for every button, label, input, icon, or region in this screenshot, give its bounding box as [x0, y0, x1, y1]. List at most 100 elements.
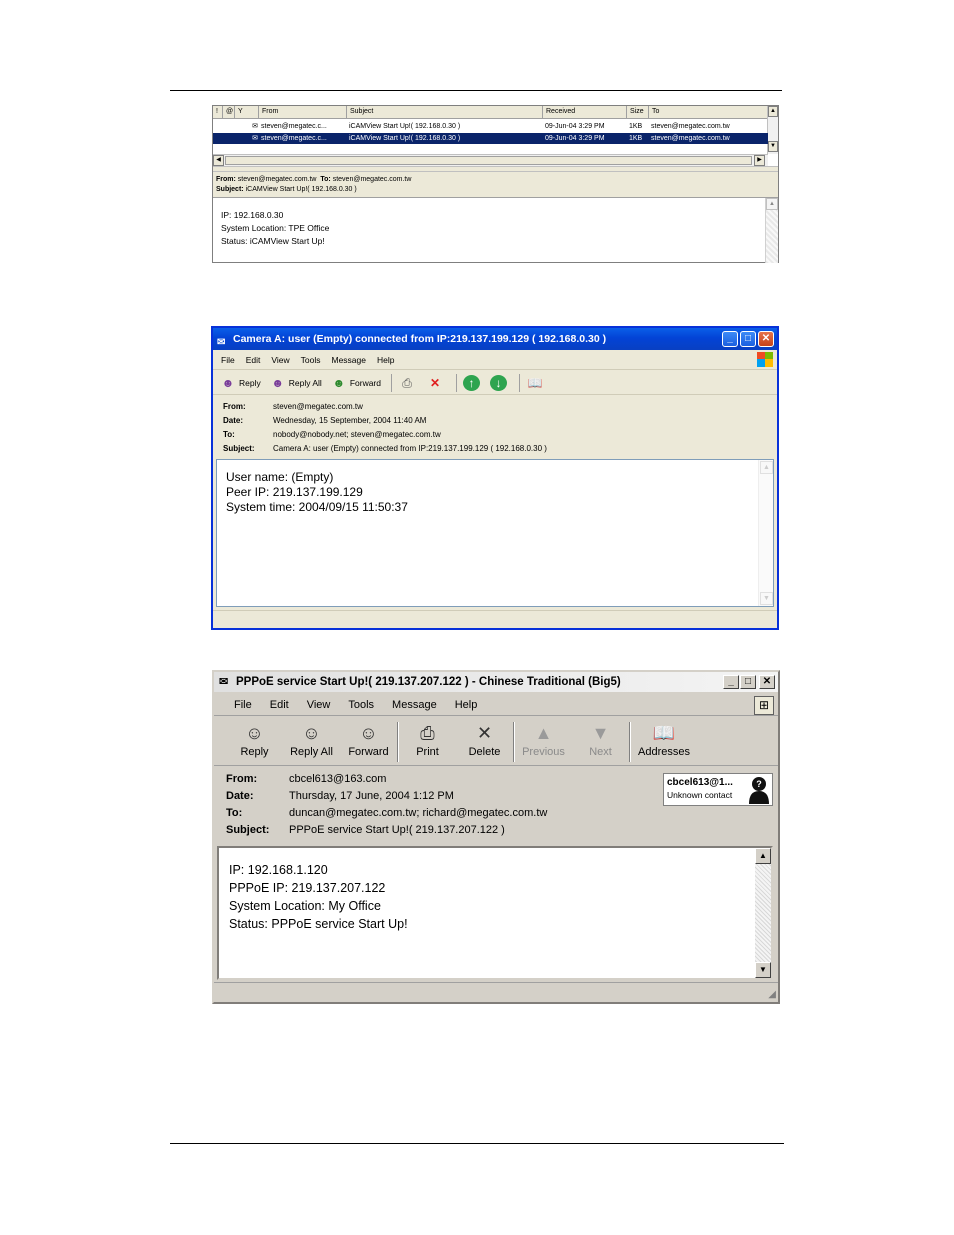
- close-button[interactable]: ✕: [758, 331, 774, 347]
- list-horizontal-scrollbar[interactable]: ◀ ▶: [213, 154, 768, 166]
- delete-button[interactable]: ✕ Delete: [456, 718, 513, 758]
- col-flag[interactable]: Y: [235, 106, 259, 118]
- scroll-right-icon[interactable]: ▶: [754, 155, 765, 166]
- reply-label: Reply: [240, 746, 269, 758]
- next-label: Next: [589, 746, 612, 758]
- preview-body: IP: 192.168.0.30 System Location: TPE Of…: [221, 209, 329, 248]
- print-button[interactable]: ⎙ Print: [399, 718, 456, 758]
- toolbar-separator: [391, 373, 392, 392]
- reply-button[interactable]: ☻ Reply: [219, 375, 261, 391]
- forward-label: Forward: [348, 746, 389, 758]
- list-row-selected[interactable]: ✉ steven@megatec.c... iCAMView Start Up!…: [213, 133, 768, 144]
- date-value: Wednesday, 15 September, 2004 11:40 AM: [273, 416, 427, 425]
- previous-button[interactable]: ▲ Previous: [515, 718, 572, 758]
- body-scrollbar[interactable]: ▲ ▼: [758, 460, 773, 606]
- row-received: 09-Jun-04 3:29 PM: [545, 135, 605, 142]
- preview-from: steven@megatec.com.tw: [237, 176, 317, 183]
- forward-button[interactable]: ☺ Forward: [340, 718, 397, 758]
- scroll-up-icon[interactable]: ▲: [768, 106, 778, 117]
- window-titlebar[interactable]: ✉ Camera A: user (Empty) connected from …: [213, 328, 777, 350]
- down-arrow-icon: ↓: [490, 374, 507, 391]
- row-to: steven@megatec.com.tw: [651, 123, 730, 130]
- col-to[interactable]: To: [649, 106, 768, 118]
- col-subject[interactable]: Subject: [347, 106, 543, 118]
- scroll-down-icon[interactable]: ▼: [755, 962, 771, 978]
- to-value: duncan@megatec.com.tw; richard@megatec.c…: [289, 807, 548, 819]
- scroll-up-icon[interactable]: ▲: [766, 198, 778, 210]
- scroll-thumb[interactable]: [225, 156, 752, 165]
- next-button[interactable]: ▼ Next: [572, 718, 629, 758]
- toolbar: ☺ Reply ☺ Reply All ☺ Forward ⎙ Print ✕ Delet…: [214, 718, 778, 766]
- subject-value: PPPoE service Start Up!( 219.137.207.122…: [289, 824, 505, 836]
- menu-tools[interactable]: Tools: [301, 350, 321, 369]
- close-button[interactable]: ✕: [759, 675, 775, 689]
- col-received[interactable]: Received: [543, 106, 627, 118]
- scroll-down-icon[interactable]: ▼: [768, 141, 778, 152]
- next-button[interactable]: ↓: [490, 374, 509, 391]
- row-to: steven@megatec.com.tw: [651, 135, 730, 142]
- delete-button[interactable]: ✕: [426, 375, 446, 391]
- menu-edit[interactable]: Edit: [246, 350, 261, 369]
- list-row[interactable]: ✉ steven@megatec.c... iCAMView Start Up!…: [213, 121, 768, 132]
- col-attachment[interactable]: @: [223, 106, 235, 118]
- addresses-button[interactable]: 📖 Addresses: [631, 718, 697, 758]
- minimize-button[interactable]: _: [723, 675, 739, 689]
- preview-subject-label: Subject:: [216, 186, 244, 193]
- previous-button[interactable]: ↑: [463, 374, 482, 391]
- forward-icon: ☺: [359, 723, 378, 743]
- menu-help[interactable]: Help: [455, 694, 478, 715]
- reply-button[interactable]: ☺ Reply: [226, 718, 283, 758]
- preview-scrollbar[interactable]: ▲: [765, 198, 778, 263]
- col-priority[interactable]: !: [213, 106, 223, 118]
- menu-file[interactable]: File: [234, 694, 252, 715]
- camera-message-window: ✉ Camera A: user (Empty) connected from …: [211, 326, 779, 630]
- scroll-down-icon[interactable]: ▼: [760, 592, 773, 605]
- forward-button[interactable]: ☻ Forward: [330, 375, 381, 391]
- contact-card[interactable]: cbcel613@1... Unknown contact ?: [663, 773, 773, 806]
- from-label: From:: [223, 402, 246, 411]
- menu-view[interactable]: View: [307, 694, 331, 715]
- addresses-label: Addresses: [638, 746, 690, 758]
- maximize-button[interactable]: □: [740, 331, 756, 347]
- window-titlebar[interactable]: ✉ PPPoE service Start Up!( 219.137.207.1…: [214, 672, 778, 692]
- menu-file[interactable]: File: [221, 350, 235, 369]
- scroll-left-icon[interactable]: ◀: [213, 155, 224, 166]
- row-from: steven@megatec.c...: [261, 123, 327, 130]
- preview-to-label: To:: [320, 176, 331, 183]
- reply-all-icon: ☺: [302, 723, 321, 743]
- print-button[interactable]: ⎙: [398, 375, 418, 391]
- menu-message[interactable]: Message: [331, 350, 366, 369]
- forward-label: Forward: [349, 377, 381, 388]
- menu-view[interactable]: View: [271, 350, 289, 369]
- menu-tools[interactable]: Tools: [348, 694, 374, 715]
- message-body[interactable]: IP: 192.168.1.120 PPPoE IP: 219.137.207.…: [217, 846, 773, 980]
- menu-message[interactable]: Message: [392, 694, 437, 715]
- menu-help[interactable]: Help: [377, 350, 394, 369]
- body-scrollbar[interactable]: ▲ ▼: [755, 848, 771, 978]
- row-size: 1KB: [629, 135, 643, 142]
- up-arrow-icon: ↑: [463, 374, 480, 391]
- minimize-button[interactable]: _: [722, 331, 738, 347]
- resize-grip-icon[interactable]: ◢: [768, 989, 776, 1000]
- list-vertical-scrollbar[interactable]: ▲ ▼: [767, 106, 778, 154]
- message-body[interactable]: User name: (Empty) Peer IP: 219.137.199.…: [216, 459, 774, 607]
- body-line: System Location: My Office: [229, 899, 381, 913]
- down-arrow-icon: ▼: [591, 723, 610, 743]
- preview-subject: iCAMView Start Up!( 192.168.0.30 ): [245, 186, 357, 193]
- from-value: steven@megatec.com.tw: [273, 402, 363, 411]
- maximize-button[interactable]: □: [740, 675, 756, 689]
- top-rule: [170, 90, 782, 91]
- reply-all-button[interactable]: ☻ Reply All: [269, 375, 321, 391]
- col-from[interactable]: From: [259, 106, 347, 118]
- scroll-up-icon[interactable]: ▲: [760, 461, 773, 474]
- col-size[interactable]: Size: [627, 106, 649, 118]
- toolbar-separator: [519, 373, 520, 392]
- from-label: From:: [226, 773, 258, 785]
- addresses-button[interactable]: 📖: [526, 375, 546, 391]
- reply-all-button[interactable]: ☺ Reply All: [283, 718, 340, 758]
- scroll-up-icon[interactable]: ▲: [755, 848, 771, 864]
- reply-all-icon: ☻: [271, 375, 285, 390]
- delete-label: Delete: [468, 746, 501, 758]
- menu-edit[interactable]: Edit: [270, 694, 289, 715]
- delete-icon: ✕: [429, 375, 441, 390]
